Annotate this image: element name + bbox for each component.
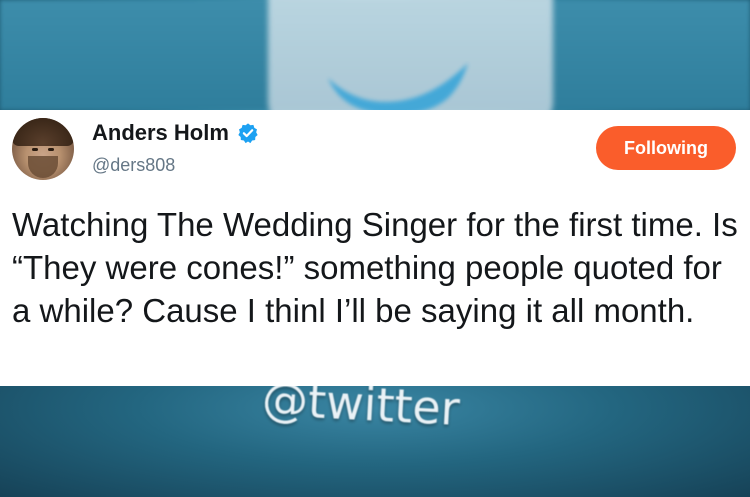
verified-badge-icon [238,123,258,144]
username[interactable]: @ders808 [92,155,175,176]
tweet-text: Watching The Wedding Singer for the firs… [12,206,738,329]
display-name[interactable]: Anders Holm [92,120,229,146]
avatar-beard [28,156,58,178]
avatar-hair [12,118,74,146]
tweet-author-row: Anders Holm [92,120,259,146]
avatar-eye-right [48,148,54,151]
avatar[interactable] [12,118,74,180]
following-button[interactable]: Following [596,126,736,170]
avatar-eye-left [32,148,38,151]
twitter-bird-icon [328,63,468,115]
